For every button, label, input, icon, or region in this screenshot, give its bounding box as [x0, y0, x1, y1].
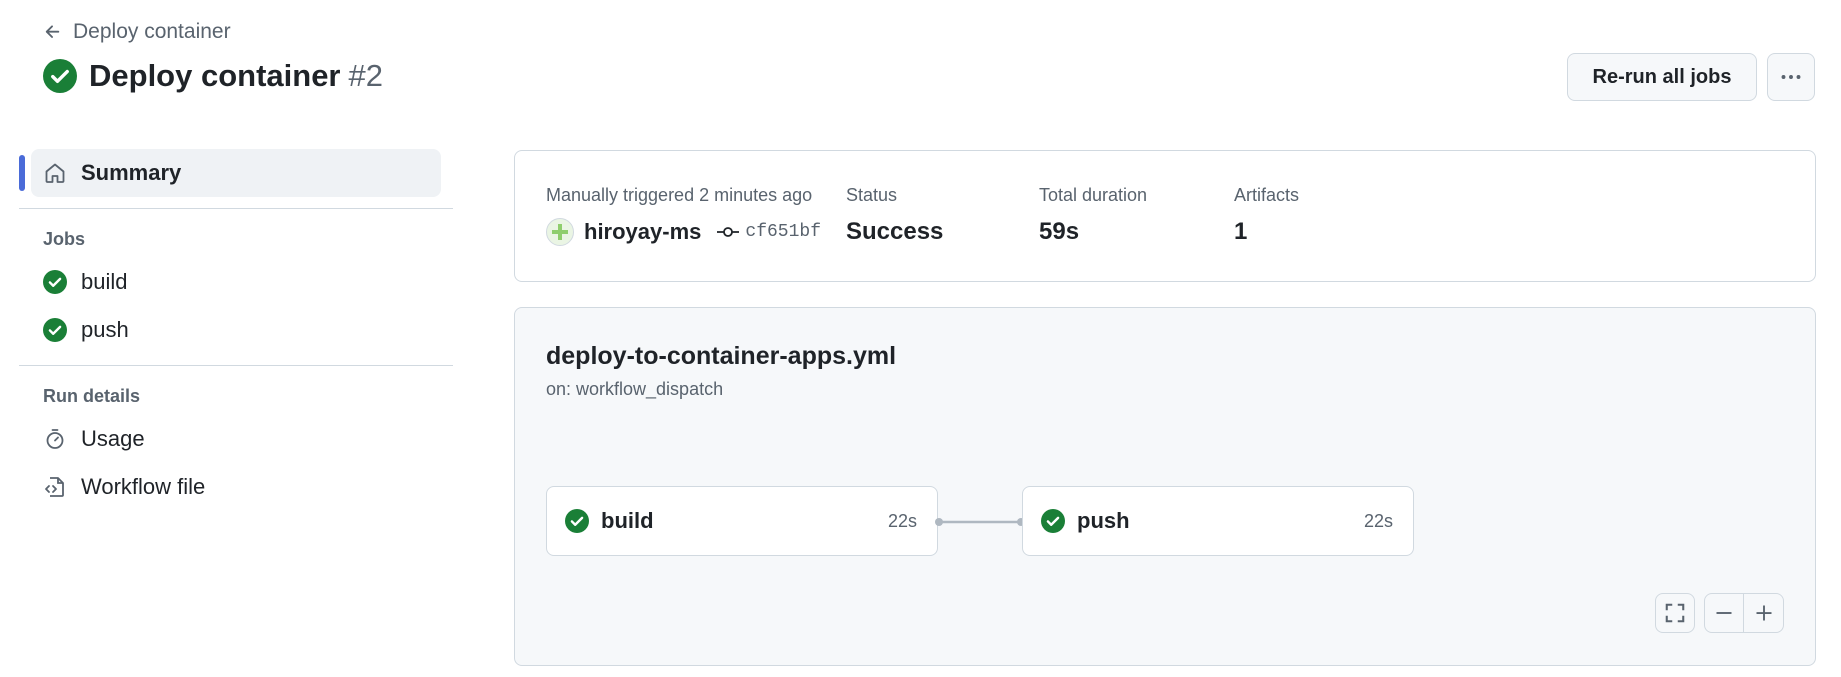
status-value: Success: [846, 218, 944, 245]
sidebar-item-workflow-file[interactable]: Workflow file: [19, 463, 453, 511]
sidebar-item-label: push: [81, 317, 129, 342]
home-icon: [45, 163, 65, 183]
duration-column: Total duration 59s: [1039, 185, 1147, 246]
sidebar-item-usage[interactable]: Usage: [19, 415, 453, 463]
job-connector: [935, 518, 1025, 526]
fullscreen-button[interactable]: [1655, 593, 1695, 633]
fullscreen-icon: [1665, 603, 1685, 623]
sidebar-item-build[interactable]: build: [19, 258, 453, 306]
identicon-icon: [552, 224, 568, 240]
zoom-controls: [1704, 593, 1784, 633]
zoom-out-button[interactable]: [1705, 594, 1744, 632]
workflow-graph-panel: deploy-to-container-apps.yml on: workflo…: [514, 307, 1816, 666]
trigger-text: Manually triggered 2 minutes ago: [546, 185, 813, 205]
check-circle-icon: [43, 59, 77, 93]
artifacts-value[interactable]: 1: [1234, 218, 1299, 246]
trigger-details: hiroyay-ms cf651bf: [546, 218, 821, 246]
commit-link[interactable]: cf651bf: [717, 222, 821, 242]
workflow-title: Deploy container: [89, 58, 341, 93]
divider: [19, 365, 453, 366]
sidebar-item-label: Usage: [81, 426, 145, 451]
kebab-horizontal-icon: [1781, 75, 1801, 79]
sidebar-item-label: Workflow file: [81, 474, 206, 499]
jobs-section-title: Jobs: [43, 229, 86, 249]
commit-sha: cf651bf: [745, 222, 822, 242]
sidebar-item-push[interactable]: push: [19, 306, 453, 354]
trigger-column: Manually triggered 2 minutes ago hiroyay…: [546, 185, 821, 246]
artifacts-column: Artifacts 1: [1234, 185, 1299, 246]
run-summary-card: Manually triggered 2 minutes ago hiroyay…: [514, 150, 1816, 282]
sidebar-item-label: Summary: [81, 160, 182, 185]
sidebar-summary-row: Summary: [19, 149, 453, 197]
run-number: #2: [348, 58, 383, 93]
run-details-section-title: Run details: [43, 386, 141, 406]
divider: [19, 208, 453, 209]
stopwatch-icon: [46, 429, 64, 449]
status-column: Status Success: [846, 185, 943, 246]
workflow-trigger: on: workflow_dispatch: [546, 379, 724, 399]
duration-value: 59s: [1039, 218, 1080, 245]
status-label: Status: [846, 185, 898, 205]
check-circle-icon: [43, 270, 67, 294]
check-circle-icon: [43, 318, 67, 342]
dash-icon: [1716, 612, 1732, 614]
job-node-push[interactable]: push 22s: [1022, 486, 1414, 556]
sidebar-item-label: build: [81, 269, 128, 294]
zoom-in-button[interactable]: [1744, 594, 1783, 632]
back-link-label: Deploy container: [73, 20, 231, 43]
actor-link[interactable]: hiroyay-ms: [584, 219, 701, 245]
git-commit-icon: [717, 227, 740, 237]
job-node-name: push: [1077, 508, 1130, 533]
artifacts-label: Artifacts: [1234, 185, 1300, 205]
page-title: Deploy container #2: [89, 58, 383, 94]
workflow-file-name: deploy-to-container-apps.yml: [546, 342, 897, 370]
sidebar: Summary Jobs build push Run details Usag…: [19, 149, 453, 511]
job-node-duration: 22s: [1363, 510, 1393, 531]
rerun-all-jobs-button[interactable]: Re-run all jobs: [1567, 53, 1757, 101]
file-code-icon: [45, 477, 64, 497]
check-circle-icon: [565, 509, 589, 533]
more-options-button[interactable]: [1767, 53, 1815, 101]
duration-label: Total duration: [1039, 185, 1148, 205]
check-circle-icon: [1041, 509, 1065, 533]
job-node-duration: 22s: [887, 510, 917, 531]
sidebar-item-summary[interactable]: Summary: [31, 149, 441, 197]
arrow-left-icon: [45, 25, 60, 38]
plus-icon: [1756, 605, 1771, 621]
job-node-build[interactable]: build 22s: [546, 486, 938, 556]
active-indicator: [19, 155, 25, 191]
avatar[interactable]: [546, 218, 574, 246]
page-header: Deploy container #2: [43, 58, 383, 94]
back-link[interactable]: Deploy container: [43, 20, 231, 44]
job-node-name: build: [601, 508, 654, 533]
